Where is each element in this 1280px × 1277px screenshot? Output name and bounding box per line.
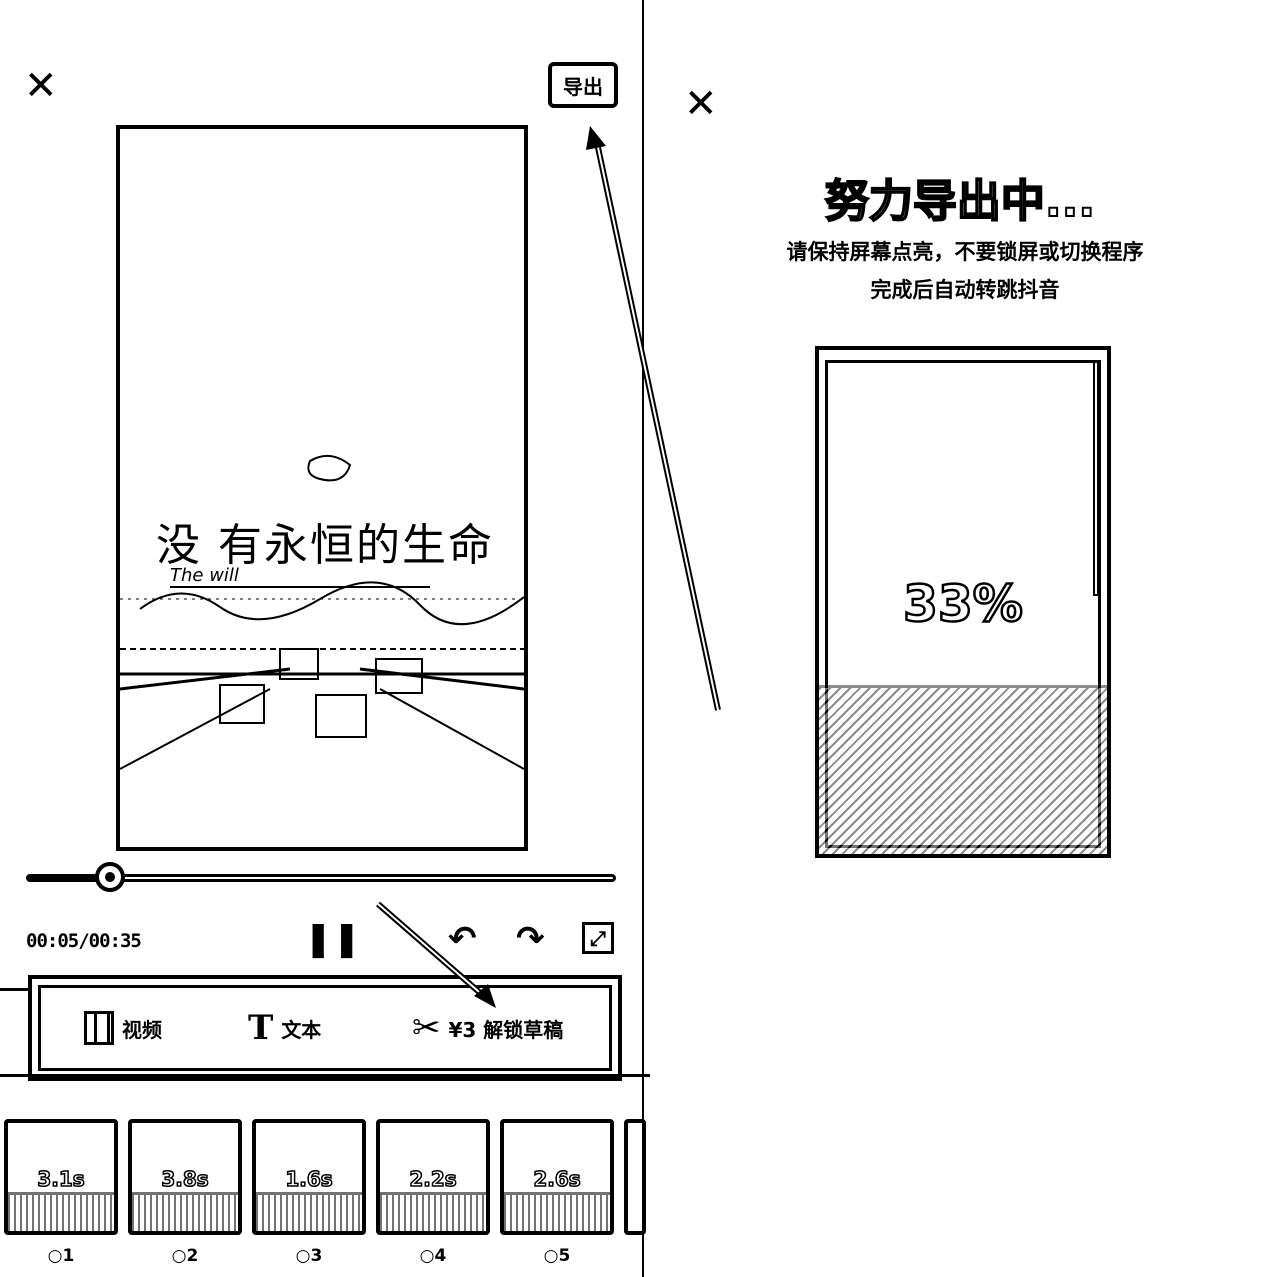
export-hint-line2: 完成后自动转跳抖音 <box>870 278 1060 302</box>
video-tool-button[interactable]: 视频 <box>84 1011 162 1045</box>
clip-scene <box>504 1192 610 1231</box>
edit-toolbar: 视频 T 文本 ✂ ¥3 解锁草稿 <box>28 975 622 1081</box>
unlock-draft-label: ¥3 解锁草稿 <box>448 1017 564 1042</box>
clip-thumbnail[interactable]: 3.1s <box>4 1119 118 1235</box>
text-tool-label: 文本 <box>281 1017 322 1042</box>
undo-icon[interactable]: ↶ <box>448 922 477 956</box>
clip-index: ○1 <box>47 1246 75 1266</box>
seek-thumb[interactable] <box>95 862 126 892</box>
preview-title-text: 没 有永恒的生命 <box>156 520 494 571</box>
export-progress-fill <box>819 684 1107 854</box>
scissors-icon: ✂ <box>412 1008 441 1048</box>
redo-icon[interactable]: ↷ <box>516 922 545 956</box>
clip-duration: 1.6s <box>285 1166 334 1192</box>
text-tool-button[interactable]: T 文本 <box>248 1011 321 1045</box>
clip-duration: 2.6s <box>533 1166 582 1192</box>
clip-thumbnail[interactable]: 1.6s <box>252 1119 366 1235</box>
close-icon[interactable]: ✕ <box>24 66 58 106</box>
export-title: 努力导出中... <box>824 175 1096 228</box>
clip-scene <box>256 1192 362 1231</box>
video-tool-label: 视频 <box>122 1017 162 1042</box>
clip-scene <box>380 1192 486 1231</box>
clip-index: ○2 <box>171 1246 199 1266</box>
text-icon: T <box>248 1008 274 1048</box>
screen-divider <box>642 0 644 1277</box>
unlock-draft-button[interactable]: ✂ ¥3 解锁草稿 <box>412 1011 563 1045</box>
film-icon <box>84 1011 114 1045</box>
clip-duration: 3.1s <box>37 1166 86 1192</box>
clip-thumbnail[interactable]: 3.8s <box>128 1119 242 1235</box>
export-scan-bar <box>1093 360 1099 596</box>
preview-scene <box>120 454 524 770</box>
divider <box>0 988 28 991</box>
divider <box>0 1074 650 1077</box>
clip-thumbnail[interactable]: 2.2s <box>376 1119 490 1235</box>
clip-scene <box>8 1192 114 1231</box>
fullscreen-icon[interactable]: ⤢ <box>582 922 614 954</box>
clip-index: ○4 <box>419 1246 447 1266</box>
clip-duration: 3.8s <box>161 1166 210 1192</box>
clip-index: ○5 <box>543 1246 571 1266</box>
pause-icon[interactable]: ❚❚ <box>304 922 361 956</box>
preview-subtitle-text: The will <box>170 565 430 588</box>
playback-time: 00:05/00:35 <box>26 930 142 952</box>
video-preview: 没 有永恒的生命 The will <box>116 125 528 851</box>
export-percent: 33% <box>902 574 1024 635</box>
export-preview: 33% <box>815 346 1111 858</box>
close-icon[interactable]: ✕ <box>684 84 718 124</box>
clip-index: ○3 <box>295 1246 323 1266</box>
clip-scene <box>132 1192 238 1231</box>
export-button[interactable]: 导出 <box>548 62 618 108</box>
export-hint-line1: 请保持屏幕点亮，不要锁屏或切换程序 <box>786 240 1144 264</box>
clip-thumbnail[interactable]: 2.6s <box>500 1119 614 1235</box>
clip-duration: 2.2s <box>409 1166 458 1192</box>
